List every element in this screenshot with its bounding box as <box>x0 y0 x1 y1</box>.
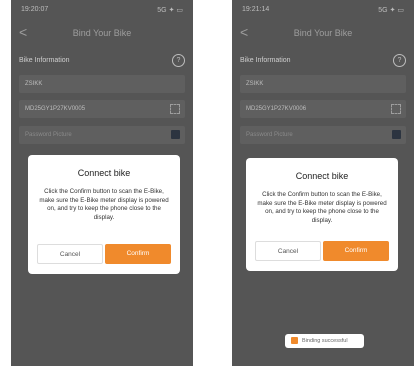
serial-number-field[interactable]: MD25GY1P27KV0005 <box>19 100 185 118</box>
cancel-button[interactable]: Cancel <box>255 241 321 261</box>
status-time: 19:21:14 <box>242 6 270 13</box>
picture-icon[interactable] <box>171 130 180 139</box>
section-label: Bike Information <box>19 57 70 64</box>
help-icon[interactable]: ? <box>393 54 406 67</box>
status-bar: 19:21:14 5G ✦ ▭ <box>232 0 414 20</box>
bike-name-value: ZSIKK <box>25 81 43 87</box>
binding-success-toast: Binding successful <box>285 334 364 348</box>
password-picture-placeholder: Password Picture <box>25 132 72 138</box>
scan-icon[interactable] <box>170 104 180 114</box>
dialog-message: Click the Confirm button to scan the E-B… <box>39 188 169 221</box>
toast-message: Binding successful <box>302 338 348 344</box>
phone-screen-right: 19:21:14 5G ✦ ▭ < Bind Your Bike Bike In… <box>232 0 414 366</box>
comparison-stage: 19:20:07 5G ✦ ▭ < Bind Your Bike Bike In… <box>0 0 414 377</box>
password-picture-field[interactable]: Password Picture <box>240 126 406 144</box>
password-picture-placeholder: Password Picture <box>246 132 293 138</box>
dialog-title: Connect bike <box>77 168 131 178</box>
cancel-button[interactable]: Cancel <box>37 244 103 264</box>
status-bar: 19:20:07 5G ✦ ▭ <box>11 0 193 20</box>
status-icons: 5G ✦ ▭ <box>157 7 183 14</box>
dialog-message: Click the Confirm button to scan the E-B… <box>257 191 387 224</box>
serial-number-field[interactable]: MD25GY1P27KV0006 <box>240 100 406 118</box>
bike-name-value: ZSIKK <box>246 81 264 87</box>
password-picture-field[interactable]: Password Picture <box>19 126 185 144</box>
serial-number-value: MD25GY1P27KV0005 <box>25 106 86 112</box>
section-label: Bike Information <box>240 57 291 64</box>
nav-bar: < Bind Your Bike <box>232 20 414 48</box>
picture-icon[interactable] <box>392 130 401 139</box>
confirm-button[interactable]: Confirm <box>323 241 389 261</box>
section-header: Bike Information ? <box>240 54 406 70</box>
page-title: Bind Your Bike <box>293 28 353 38</box>
bike-name-field[interactable]: ZSIKK <box>19 75 185 93</box>
bike-name-field[interactable]: ZSIKK <box>240 75 406 93</box>
nav-bar: < Bind Your Bike <box>11 20 193 48</box>
status-icons: 5G ✦ ▭ <box>378 7 404 14</box>
scan-icon[interactable] <box>391 104 401 114</box>
dialog-title: Connect bike <box>295 171 349 181</box>
help-icon[interactable]: ? <box>172 54 185 67</box>
serial-number-value: MD25GY1P27KV0006 <box>246 106 307 112</box>
success-icon <box>291 337 298 344</box>
confirm-button[interactable]: Confirm <box>105 244 171 264</box>
page-title: Bind Your Bike <box>72 28 132 38</box>
status-time: 19:20:07 <box>21 6 49 13</box>
connect-bike-dialog: Connect bike Click the Confirm button to… <box>246 158 398 271</box>
phone-screen-left: 19:20:07 5G ✦ ▭ < Bind Your Bike Bike In… <box>11 0 193 366</box>
connect-bike-dialog: Connect bike Click the Confirm button to… <box>28 155 180 274</box>
section-header: Bike Information ? <box>19 54 185 70</box>
